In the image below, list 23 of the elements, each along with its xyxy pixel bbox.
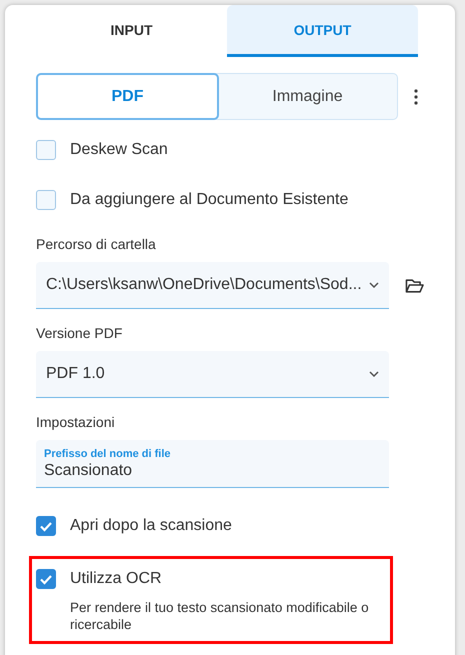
folder-icon[interactable] [404,278,424,294]
checkbox[interactable] [36,516,56,536]
option-label: Deskew Scan [70,141,168,159]
chevron-down-icon [368,282,379,288]
checkbox[interactable] [36,140,56,160]
folder-dropdown[interactable]: C:\Users\ksanw\OneDrive\Documents\Sod... [36,262,389,309]
option-label: Apri dopo la scansione [70,517,232,535]
checkbox[interactable] [36,190,56,210]
chevron-down-icon [368,371,379,377]
field-label: Versione PDF [36,325,124,341]
prefix-field[interactable]: Prefisso del nome di file Scansionato [36,440,389,488]
option-description: Per rendere il tuo testo scansionato modificabile o ricercabile [70,599,370,633]
more-icon[interactable] [414,88,418,104]
tab[interactable]: INPUT [36,5,227,57]
section-label: Impostazioni [36,414,116,430]
field-label: Percorso di cartella [36,236,157,252]
format-option[interactable]: PDF [36,73,219,120]
option-label: Utilizza OCR [70,570,162,588]
option-label: Da aggiungere al Documento Esistente [70,191,348,209]
tab[interactable]: OUTPUT [227,5,418,57]
version-dropdown[interactable]: PDF 1.0 [36,351,389,398]
format-option[interactable]: Immagine [218,74,397,119]
checkbox[interactable] [36,569,56,589]
